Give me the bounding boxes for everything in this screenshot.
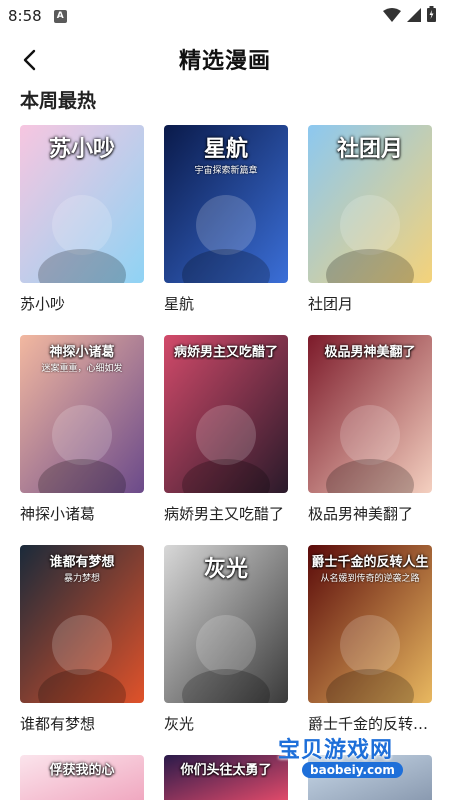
- comic-title: 社团月: [308, 295, 354, 313]
- page-title: 精选漫画: [178, 49, 271, 74]
- cover-subtitle-text: 从名媛到传奇的逆袭之路: [320, 574, 420, 584]
- comic-card[interactable]: 极品男神美翻了 极品男神美翻了: [308, 335, 432, 545]
- battery-icon: [427, 6, 436, 26]
- comic-title: 星航: [164, 295, 195, 313]
- comic-title: 极品男神美翻了: [308, 505, 414, 523]
- cover-title-text: 爵士千金的反转人生: [311, 555, 429, 570]
- comic-cover-image: 社团月: [308, 125, 432, 283]
- comic-card[interactable]: 俘获我的心: [20, 755, 144, 800]
- comic-card[interactable]: 星航 宇宙探索新篇章 星航: [164, 125, 288, 335]
- comic-cover-image: 极品男神美翻了: [308, 335, 432, 493]
- cover-title-text: 神探小诸葛: [49, 345, 115, 360]
- comic-grid: 苏小吵 苏小吵 星航 宇宙探索新篇章 星航 社团月 社团月 神探小诸葛 迷案重重，心细如发…: [20, 125, 432, 800]
- cover-title-text: 俘获我的心: [49, 763, 115, 778]
- cover-subtitle-text: 迷案重重，心细如发: [41, 364, 123, 374]
- navigation-bar: 精选漫画: [0, 36, 450, 82]
- back-button[interactable]: [14, 44, 46, 76]
- cover-title-text: 极品男神美翻了: [324, 345, 416, 360]
- comic-title: 灰光: [164, 715, 195, 733]
- comic-card[interactable]: 谁都有梦想 暴力梦想 谁都有梦想: [20, 545, 144, 755]
- comic-card[interactable]: 社团月 社团月: [308, 125, 432, 335]
- cover-title-text: 你们头往太勇了: [180, 763, 272, 778]
- cover-title-text: 病娇男主又吃醋了: [173, 345, 278, 360]
- comic-card[interactable]: 灰光 灰光: [164, 545, 288, 755]
- comic-cover-image: 灰光: [164, 545, 288, 703]
- comic-cover-image: 俘获我的心: [20, 755, 144, 800]
- comic-cover-image: 神探小诸葛迷案重重，心细如发: [20, 335, 144, 493]
- comic-title: 苏小吵: [20, 295, 66, 313]
- cover-title-text: 苏小吵: [48, 137, 115, 162]
- comic-card[interactable]: 爵士千金的反转人生从名媛到传奇的逆袭之路 爵士千金的反转人生: [308, 545, 432, 755]
- comic-title: 谁都有梦想: [20, 715, 96, 733]
- cover-subtitle-text: 暴力梦想: [63, 574, 100, 584]
- comic-cover-image: 星航 宇宙探索新篇章: [164, 125, 288, 283]
- chevron-left-icon: [23, 49, 36, 71]
- cover-title-text: 灰光: [203, 557, 248, 582]
- comic-cover-image: 爵士千金的反转人生从名媛到传奇的逆袭之路: [308, 545, 432, 703]
- comic-card[interactable]: 神探小诸葛 迷案重重，心细如发 神探小诸葛: [20, 335, 144, 545]
- comic-cover-image: 你们头往太勇了: [164, 755, 288, 800]
- cover-title-text: 社团月: [336, 137, 403, 162]
- section-title: 本周最热: [20, 90, 97, 112]
- status-icons: [383, 6, 436, 26]
- comic-cover-image: 苏小吵: [20, 125, 144, 283]
- comic-title: 神探小诸葛: [20, 505, 96, 523]
- cover-subtitle-text: 宇宙探索新篇章: [194, 166, 258, 176]
- comic-card[interactable]: 你们头往太勇了: [164, 755, 288, 800]
- cover-title-text: 星航: [203, 137, 248, 162]
- comic-card[interactable]: 病娇男主又吃醋了 病娇男主又吃醋了: [164, 335, 288, 545]
- status-bar: 8:58 A: [0, 0, 450, 32]
- watermark-text: 宝贝游戏网: [278, 738, 394, 763]
- comic-cover-image: 病娇男主又吃醋了: [164, 335, 288, 493]
- watermark: 宝贝游戏网 baobeiy.com: [278, 728, 428, 784]
- status-time: 8:58: [8, 7, 42, 25]
- watermark-url: baobeiy.com: [302, 762, 403, 778]
- notification-icon: A: [53, 9, 67, 23]
- wifi-icon: [383, 7, 401, 26]
- signal-icon: [407, 7, 421, 26]
- comic-title: 病娇男主又吃醋了: [164, 505, 285, 523]
- comic-card[interactable]: 苏小吵 苏小吵: [20, 125, 144, 335]
- comic-cover-image: 谁都有梦想 暴力梦想: [20, 545, 144, 703]
- cover-title-text: 谁都有梦想: [49, 555, 115, 570]
